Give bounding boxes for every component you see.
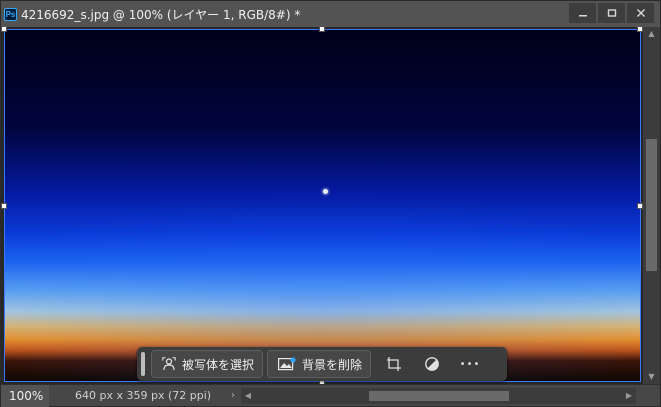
remove-background-button[interactable]: 背景を削除 [267, 350, 372, 378]
crop-icon [387, 357, 402, 371]
planet-dot [323, 189, 328, 194]
more-options-icon: ••• [459, 358, 481, 370]
document-image[interactable] [4, 29, 641, 382]
handle-middle-left[interactable] [1, 203, 7, 209]
close-icon [636, 9, 645, 17]
photoshop-app-icon: Ps [4, 7, 17, 21]
select-subject-icon [162, 357, 176, 371]
vertical-scrollbar[interactable]: ▲ ▼ [643, 27, 660, 384]
zoom-level-field[interactable]: 100% [1, 384, 49, 407]
window-controls [569, 3, 654, 23]
close-button[interactable] [627, 3, 654, 23]
horizontal-scroll-thumb[interactable] [369, 390, 509, 401]
scroll-up-arrow-icon[interactable]: ▲ [643, 27, 660, 41]
crop-transform-button[interactable] [375, 350, 413, 378]
restore-icon [607, 9, 616, 17]
select-subject-button[interactable]: 被写体を選択 [151, 350, 264, 378]
restore-button[interactable] [598, 3, 625, 23]
minimize-icon [578, 15, 587, 17]
contextual-task-bar: 被写体を選択 背景を削除 ••• [137, 347, 507, 381]
task-bar-drag-handle[interactable] [141, 352, 145, 376]
horizon-glow [4, 29, 641, 382]
title-bar[interactable]: Ps 4216692_s.jpg @ 100% (レイヤー 1, RGB/8#)… [1, 1, 660, 27]
scroll-down-arrow-icon[interactable]: ▼ [643, 370, 660, 384]
remove-background-label: 背景を削除 [302, 357, 363, 372]
minimize-button[interactable] [569, 3, 596, 23]
more-options-button[interactable]: ••• [451, 350, 489, 378]
document-info[interactable]: 640 px x 359 px (72 ppi) [75, 389, 225, 402]
remove-background-icon [278, 357, 296, 371]
half-circle-adjustment-icon [425, 357, 439, 371]
status-expand-arrow-icon[interactable]: › [225, 390, 241, 401]
status-bar: 100% 640 px x 359 px (72 ppi) › ◀ ▶ [1, 384, 660, 407]
scroll-right-arrow-icon[interactable]: ▶ [622, 388, 636, 404]
handle-top-center[interactable] [319, 26, 325, 32]
handle-top-left[interactable] [1, 26, 7, 32]
canvas-area[interactable] [1, 26, 660, 385]
select-subject-label: 被写体を選択 [182, 357, 255, 372]
scroll-left-arrow-icon[interactable]: ◀ [241, 388, 255, 404]
vertical-scroll-thumb[interactable] [646, 139, 657, 271]
document-title: 4216692_s.jpg @ 100% (レイヤー 1, RGB/8#) * [21, 7, 301, 22]
adjustment-layer-button[interactable] [413, 350, 451, 378]
document-window: Ps 4216692_s.jpg @ 100% (レイヤー 1, RGB/8#)… [0, 0, 661, 407]
horizontal-scrollbar[interactable]: ◀ ▶ [241, 387, 636, 404]
